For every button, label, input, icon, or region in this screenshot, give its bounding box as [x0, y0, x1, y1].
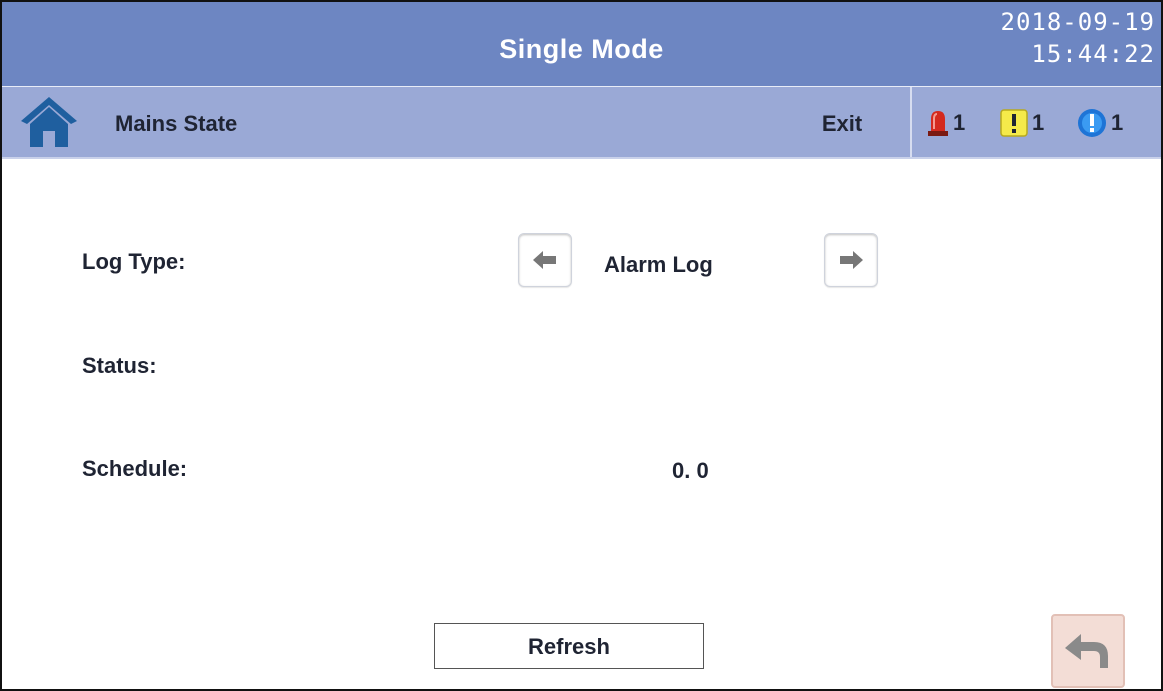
critical-alarm-count: 1 [953, 110, 966, 135]
exit-button[interactable]: Exit [802, 87, 882, 157]
blue-info-icon [1078, 109, 1106, 137]
previous-log-type-button[interactable] [518, 233, 572, 287]
page-title: Single Mode [499, 34, 664, 64]
back-button[interactable] [1051, 614, 1125, 688]
critical-alarm-indicator[interactable]: 1 [927, 107, 965, 139]
header-divider [910, 87, 912, 157]
arrow-right-icon [840, 251, 863, 269]
date-text: 2018-09-19 [1000, 8, 1155, 36]
yellow-warning-icon [1000, 109, 1028, 137]
warning-alarm-indicator[interactable]: 1 [1000, 107, 1044, 139]
current-page-name: Mains State [115, 111, 238, 136]
info-alarm-count: 1 [1111, 110, 1124, 135]
next-log-type-button[interactable] [824, 233, 878, 287]
log-type-label: Log Type: [82, 249, 186, 274]
schedule-label: Schedule: [82, 456, 188, 481]
home-icon[interactable] [20, 95, 78, 149]
schedule-value: 0. 0 [672, 458, 709, 483]
arrow-left-icon [533, 251, 556, 269]
warning-alarm-count: 1 [1032, 110, 1045, 135]
app-window: Single Mode 2018-09-19 15:44:22 Mains St… [0, 0, 1163, 691]
navigation-bar: Mains State Exit 1 1 1 [2, 86, 1161, 159]
time-text: 15:44:22 [1031, 40, 1155, 68]
log-type-value: Alarm Log [604, 252, 713, 277]
status-label: Status: [82, 353, 157, 378]
info-alarm-indicator[interactable]: 1 [1077, 107, 1123, 139]
datetime-display: 2018-09-19 15:44:22 [1001, 6, 1156, 70]
title-bar: Single Mode 2018-09-19 15:44:22 [2, 2, 1161, 86]
refresh-button[interactable]: Refresh [434, 623, 704, 669]
red-siren-icon [928, 111, 948, 136]
back-arrow-icon [1065, 634, 1108, 668]
